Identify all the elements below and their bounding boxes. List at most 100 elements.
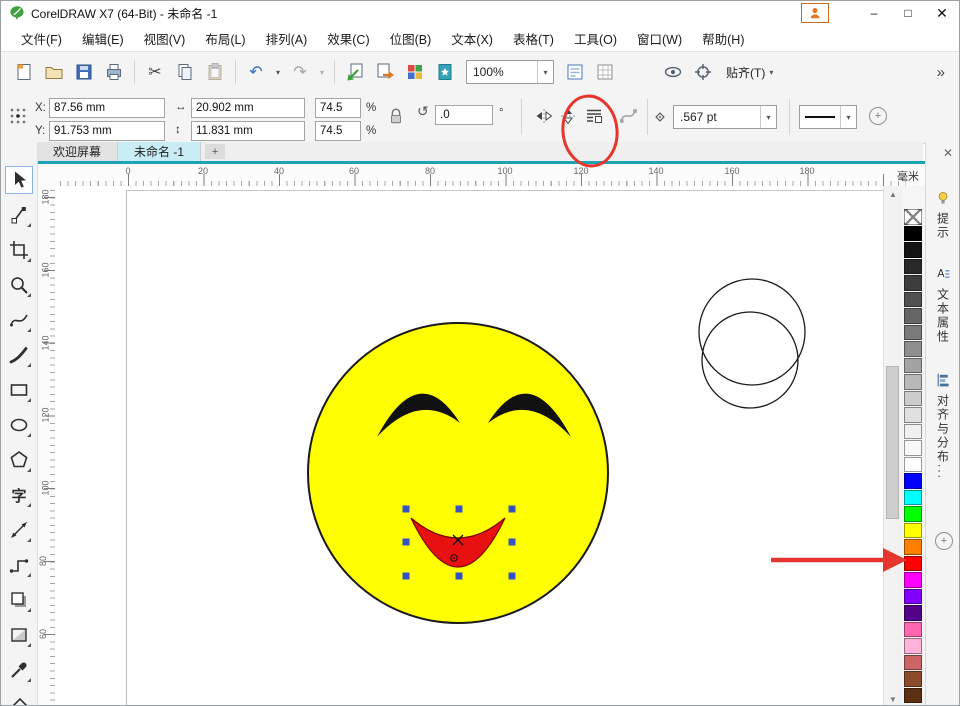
drawing-canvas[interactable] — [55, 186, 883, 706]
no-fill-swatch[interactable] — [904, 209, 922, 225]
color-swatch[interactable] — [904, 556, 922, 572]
color-swatch[interactable] — [904, 506, 922, 522]
tool-freehand[interactable] — [5, 306, 33, 334]
tool-interactive-fill[interactable] — [5, 691, 33, 706]
scroll-up-button[interactable]: ▲ — [884, 186, 902, 202]
membership-button[interactable] — [801, 3, 829, 23]
color-swatch[interactable] — [904, 341, 922, 357]
color-swatch[interactable] — [904, 358, 922, 374]
print-button[interactable] — [99, 57, 129, 87]
minimize-button[interactable]: – — [857, 2, 891, 24]
selection-handle[interactable] — [456, 506, 463, 513]
selection-handle[interactable] — [509, 506, 516, 513]
palette-customize-button[interactable]: + — [935, 532, 953, 550]
color-swatch[interactable] — [904, 490, 922, 506]
scroll-down-button[interactable]: ▼ — [884, 691, 902, 706]
object-height-input[interactable] — [191, 121, 305, 141]
color-swatch[interactable] — [904, 292, 922, 308]
color-swatch[interactable] — [904, 259, 922, 275]
show-grid-button[interactable] — [590, 57, 620, 87]
object-origin-selector[interactable] — [7, 105, 29, 127]
tool-text[interactable]: 字 — [5, 481, 33, 509]
color-swatch[interactable] — [904, 688, 922, 704]
menu-bitmaps[interactable]: 位图(B) — [380, 25, 442, 52]
docker-tab-align-distribute[interactable]: 对齐与分布... — [928, 368, 958, 480]
tool-color-eyedropper[interactable] — [5, 656, 33, 684]
color-swatch[interactable] — [904, 572, 922, 588]
selection-handle[interactable] — [403, 506, 410, 513]
open-button[interactable] — [39, 57, 69, 87]
zoom-dropdown[interactable]: ▾ — [537, 61, 553, 83]
x-position-input[interactable] — [49, 98, 165, 118]
color-swatch[interactable] — [904, 424, 922, 440]
copy-button[interactable] — [170, 57, 200, 87]
outline-width-dropdown[interactable]: ▾ — [760, 106, 776, 128]
scale-x-input[interactable] — [315, 98, 361, 118]
mirror-horizontal-button[interactable] — [533, 105, 555, 127]
tool-artistic-media[interactable] — [5, 341, 33, 369]
selection-handle[interactable] — [509, 539, 516, 546]
color-swatch[interactable] — [904, 622, 922, 638]
horizontal-ruler[interactable]: 0 20 40 60 80 100 120 140 160 180 毫米 — [37, 164, 925, 187]
paste-button[interactable] — [200, 57, 230, 87]
line-style-combobox[interactable]: ▾ — [799, 105, 857, 129]
menu-edit[interactable]: 编辑(E) — [72, 25, 134, 52]
tool-shape[interactable] — [5, 201, 33, 229]
menu-file[interactable]: 文件(F) — [11, 25, 72, 52]
zoom-level-combobox[interactable]: ▾ — [466, 60, 554, 84]
close-button[interactable]: ✕ — [925, 2, 959, 24]
color-swatch[interactable] — [904, 374, 922, 390]
import-button[interactable] — [340, 57, 370, 87]
wrap-paragraph-text-button[interactable] — [583, 105, 605, 127]
cut-button[interactable]: ✂ — [140, 57, 170, 87]
tool-crop[interactable] — [5, 236, 33, 264]
toolbar-overflow-button[interactable]: » — [937, 64, 959, 81]
welcome-screen-button[interactable] — [430, 57, 460, 87]
tool-rectangle[interactable] — [5, 376, 33, 404]
color-swatch[interactable] — [904, 325, 922, 341]
color-swatch[interactable] — [904, 457, 922, 473]
export-button[interactable] — [370, 57, 400, 87]
color-swatch[interactable] — [904, 407, 922, 423]
tool-connector[interactable] — [5, 551, 33, 579]
save-button[interactable] — [69, 57, 99, 87]
tab-untitled-1[interactable]: 未命名 -1 — [118, 142, 201, 161]
color-swatch[interactable] — [904, 589, 922, 605]
tool-ellipse[interactable] — [5, 411, 33, 439]
new-document-button[interactable] — [9, 57, 39, 87]
tool-dimension[interactable] — [5, 516, 33, 544]
menu-help[interactable]: 帮助(H) — [692, 25, 754, 52]
color-swatch[interactable] — [904, 391, 922, 407]
redo-button[interactable]: ↷ — [285, 57, 315, 87]
color-swatch[interactable] — [904, 638, 922, 654]
new-tab-button[interactable]: + — [205, 144, 225, 159]
redo-dropdown[interactable]: ▾ — [315, 57, 329, 87]
color-swatch[interactable] — [904, 308, 922, 324]
construction-circle-2[interactable] — [702, 312, 798, 408]
line-style-dropdown[interactable]: ▾ — [840, 106, 856, 128]
menu-tools[interactable]: 工具(O) — [564, 25, 627, 52]
snap-target-button[interactable] — [688, 57, 718, 87]
convert-to-curve-button[interactable] — [617, 105, 639, 127]
tool-pick[interactable] — [5, 166, 33, 194]
rotation-angle-input[interactable] — [435, 105, 493, 125]
vertical-ruler[interactable]: 180 160 140 120 100 80 60 — [37, 186, 56, 706]
maximize-button[interactable]: □ — [891, 2, 925, 24]
docker-tab-hints[interactable]: 提示 — [928, 186, 958, 240]
color-swatch[interactable] — [904, 671, 922, 687]
lock-ratio-button[interactable] — [385, 105, 407, 127]
preview-mode-button[interactable] — [658, 57, 688, 87]
menu-text[interactable]: 文本(X) — [441, 25, 503, 52]
color-swatch[interactable] — [904, 605, 922, 621]
color-swatch[interactable] — [904, 523, 922, 539]
mirror-vertical-button[interactable] — [557, 105, 579, 127]
color-swatch[interactable] — [904, 539, 922, 555]
application-launcher-button[interactable] — [400, 57, 430, 87]
menu-effects[interactable]: 效果(C) — [317, 25, 379, 52]
quick-customize-button[interactable]: + — [869, 107, 887, 125]
snap-button[interactable]: 贴齐(T) ▾ — [718, 64, 781, 81]
tab-welcome-screen[interactable]: 欢迎屏幕 — [37, 142, 118, 161]
docker-tab-text-properties[interactable]: A 文本属性 — [928, 262, 958, 344]
selection-handle[interactable] — [403, 573, 410, 580]
menu-view[interactable]: 视图(V) — [134, 25, 196, 52]
